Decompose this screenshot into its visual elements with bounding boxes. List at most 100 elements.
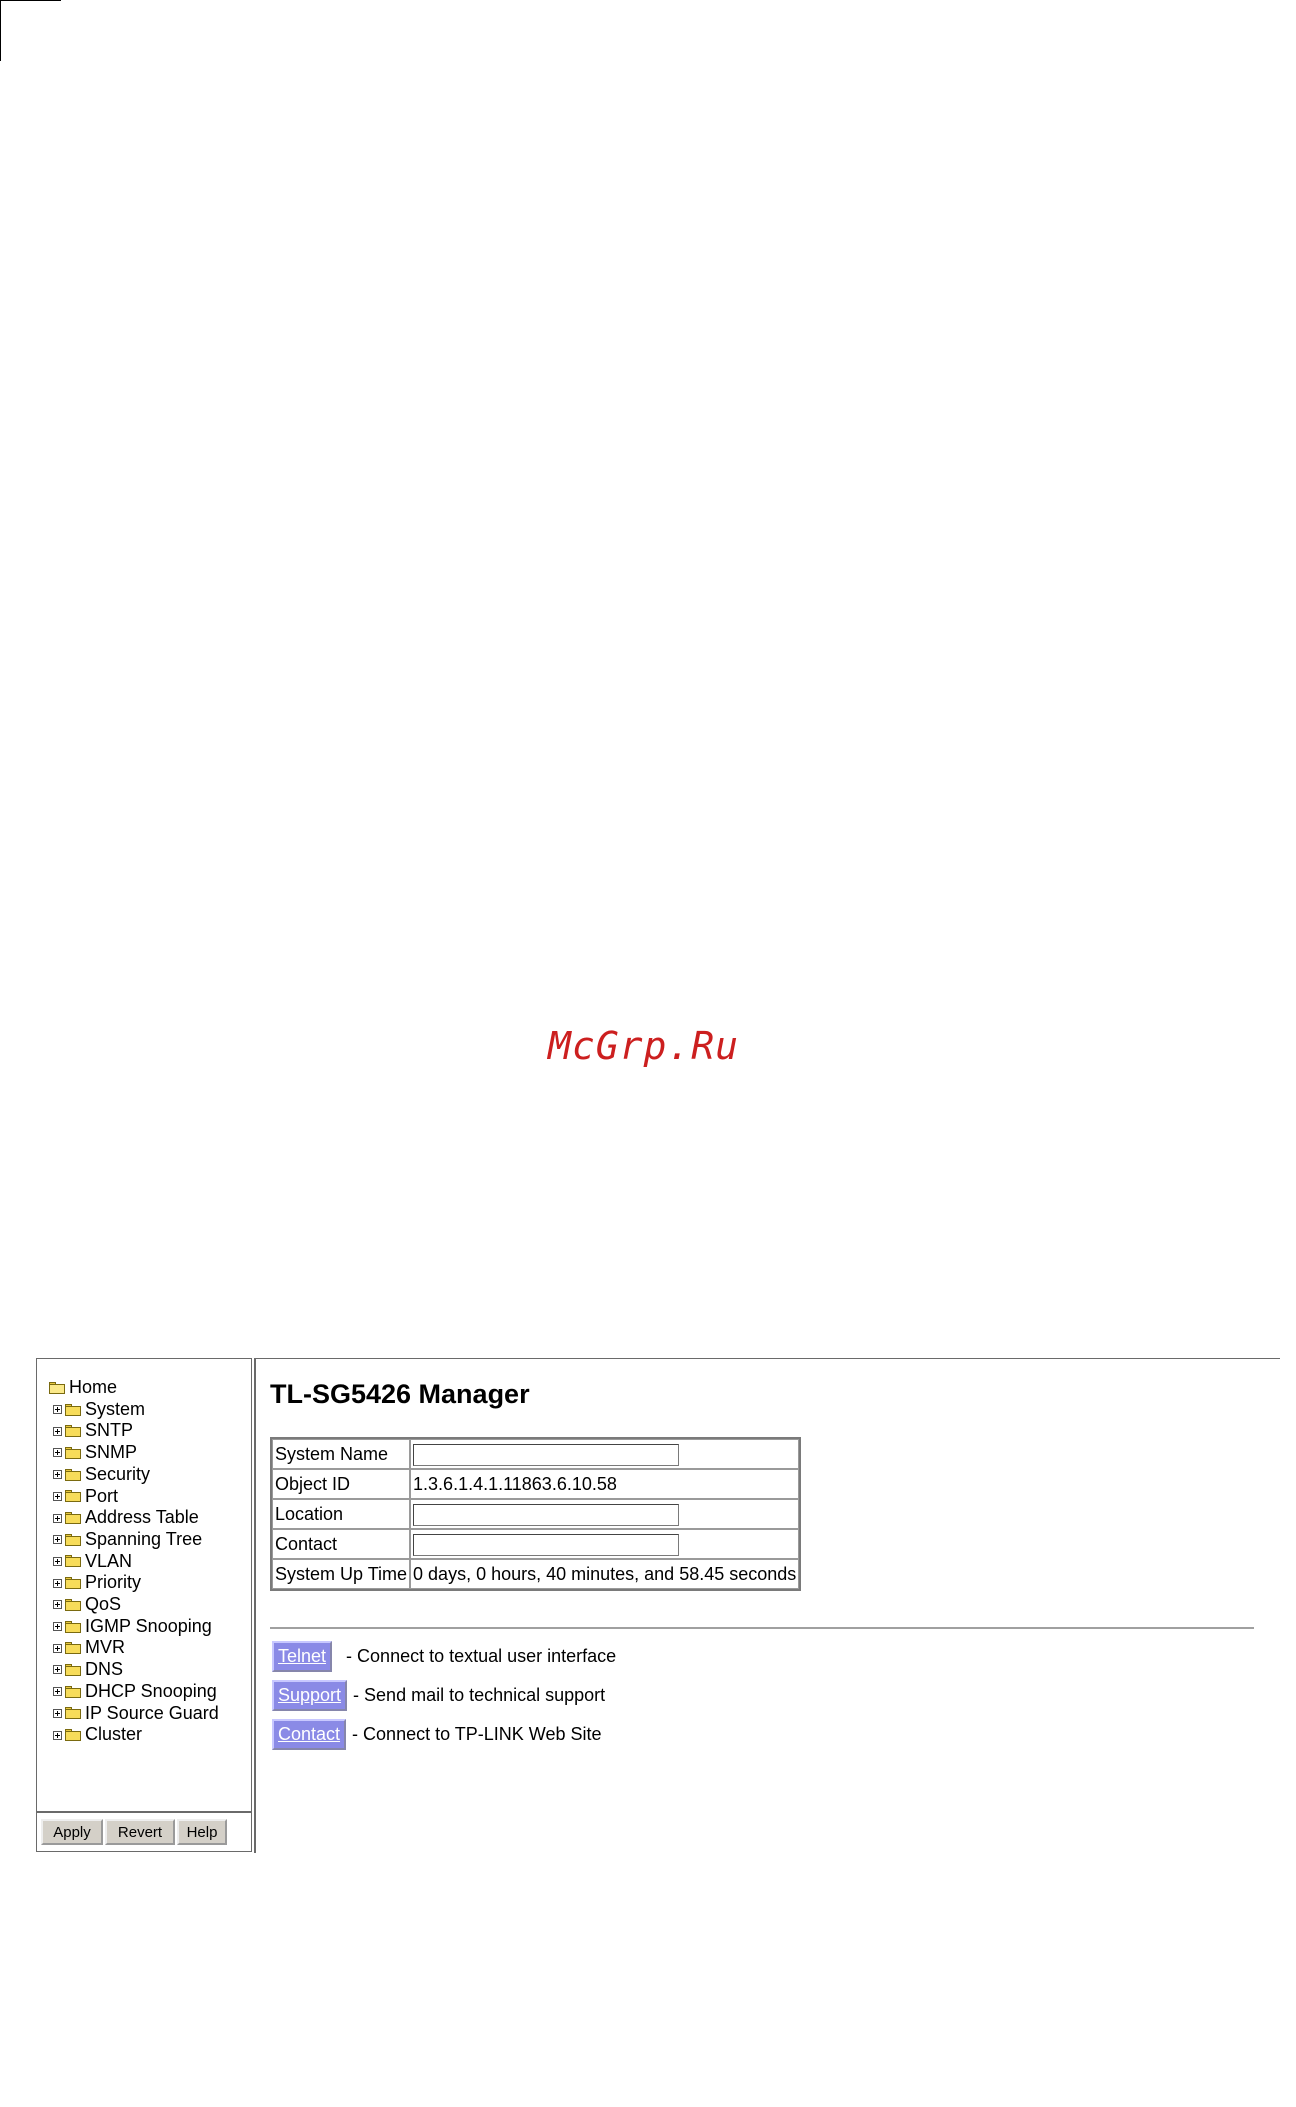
support-description: - Send mail to technical support	[353, 1685, 606, 1705]
tree-item-mvr[interactable]: MVR	[49, 1637, 219, 1659]
tree-item-label: Priority	[85, 1572, 142, 1593]
expand-icon[interactable]	[53, 1708, 62, 1718]
system-name-input[interactable]	[413, 1443, 680, 1466]
expand-icon[interactable]	[53, 1491, 62, 1501]
contact-link[interactable]: Contact	[272, 1719, 347, 1750]
folder-icon	[65, 1685, 81, 1698]
tree-item-label: SNMP	[85, 1442, 138, 1463]
folder-icon	[65, 1512, 81, 1525]
location-label: Location	[272, 1499, 411, 1529]
tree-item-label: SNTP	[85, 1420, 134, 1441]
folder-icon	[65, 1663, 81, 1676]
table-row: Contact	[272, 1529, 800, 1559]
folder-icon	[65, 1425, 81, 1438]
support-row: Support - Send mail to technical support	[272, 1680, 605, 1711]
uptime-value: 0 days, 0 hours, 40 minutes, and 58.45 s…	[410, 1559, 800, 1589]
tree-item-label: Address Table	[85, 1507, 199, 1528]
table-row: System Name	[272, 1439, 800, 1469]
tree-item-qos[interactable]: QoS	[49, 1594, 219, 1616]
apply-button[interactable]: Apply	[41, 1819, 103, 1845]
expand-icon[interactable]	[53, 1730, 62, 1740]
tree-item-port[interactable]: Port	[49, 1486, 219, 1508]
tree-item-label: IP Source Guard	[85, 1702, 219, 1723]
navigation-panel: Home System SNTP SNMP Security Port Addr…	[36, 1358, 252, 1852]
expand-icon[interactable]	[53, 1470, 62, 1480]
folder-icon	[65, 1598, 81, 1611]
contact-label: Contact	[272, 1529, 411, 1559]
content-panel: TL-SG5426 Manager System Name Object ID …	[254, 1358, 1280, 1853]
table-row: System Up Time 0 days, 0 hours, 40 minut…	[272, 1559, 800, 1589]
menu-tree: Home System SNTP SNMP Security Port Addr…	[49, 1377, 219, 1746]
tree-item-ip-source-guard[interactable]: IP Source Guard	[49, 1703, 219, 1725]
expand-icon[interactable]	[53, 1665, 62, 1675]
expand-icon[interactable]	[53, 1643, 62, 1653]
tree-item-spanning-tree[interactable]: Spanning Tree	[49, 1529, 219, 1551]
help-button[interactable]: Help	[177, 1819, 227, 1845]
folder-icon	[65, 1577, 81, 1590]
telnet-link[interactable]: Telnet	[272, 1641, 333, 1672]
tree-item-label: QoS	[85, 1594, 122, 1615]
expand-icon[interactable]	[53, 1687, 62, 1697]
tree-item-priority[interactable]: Priority	[49, 1572, 219, 1594]
contact-input[interactable]	[413, 1533, 680, 1556]
tree-item-system[interactable]: System	[49, 1399, 219, 1421]
watermark: McGrp.Ru	[548, 1024, 740, 1068]
expand-icon[interactable]	[53, 1578, 62, 1588]
folder-icon	[65, 1403, 81, 1416]
expand-icon[interactable]	[53, 1556, 62, 1566]
tree-item-cluster[interactable]: Cluster	[49, 1724, 219, 1746]
manager-window: Home System SNTP SNMP Security Port Addr…	[36, 1358, 1280, 1853]
folder-icon	[65, 1446, 81, 1459]
telnet-description: - Connect to textual user interface	[346, 1646, 617, 1666]
folder-icon	[65, 1533, 81, 1546]
revert-button[interactable]: Revert	[105, 1819, 175, 1845]
expand-icon[interactable]	[53, 1600, 62, 1610]
tree-item-label: IGMP Snooping	[85, 1615, 212, 1636]
object-id-value: 1.3.6.1.4.1.11863.6.10.58	[410, 1469, 800, 1499]
system-name-label: System Name	[272, 1439, 411, 1469]
tree-item-sntp[interactable]: SNTP	[49, 1420, 219, 1442]
expand-icon[interactable]	[53, 1622, 62, 1632]
tree-item-igmp-snooping[interactable]: IGMP Snooping	[49, 1616, 219, 1638]
tree-item-snmp[interactable]: SNMP	[49, 1442, 219, 1464]
tree-item-label: Home	[69, 1377, 118, 1397]
divider	[270, 1627, 1254, 1629]
tree-item-label: DNS	[85, 1659, 124, 1680]
contact-row: Contact - Connect to TP-LINK Web Site	[272, 1719, 602, 1750]
tree-item-dns[interactable]: DNS	[49, 1659, 219, 1681]
tree-item-label: MVR	[85, 1637, 125, 1658]
expand-icon[interactable]	[53, 1426, 62, 1436]
tree-item-label: DHCP Snooping	[85, 1680, 217, 1701]
tree-item-home[interactable]: Home	[49, 1377, 219, 1399]
contact-description: - Connect to TP-LINK Web Site	[352, 1724, 602, 1744]
tree-item-dhcp-snooping[interactable]: DHCP Snooping	[49, 1681, 219, 1703]
tree-item-label: Port	[85, 1485, 119, 1506]
tree-item-label: Cluster	[85, 1724, 143, 1745]
location-cell	[410, 1499, 800, 1529]
table-row: Location	[272, 1499, 800, 1529]
folder-icon	[65, 1620, 81, 1633]
tree-item-security[interactable]: Security	[49, 1464, 219, 1486]
expand-icon[interactable]	[53, 1535, 62, 1545]
system-name-cell	[410, 1439, 800, 1469]
folder-icon	[65, 1729, 81, 1742]
telnet-row: Telnet - Connect to textual user interfa…	[272, 1641, 616, 1672]
location-input[interactable]	[413, 1503, 680, 1526]
system-info-table: System Name Object ID 1.3.6.1.4.1.11863.…	[270, 1437, 802, 1591]
tree-item-vlan[interactable]: VLAN	[49, 1551, 219, 1573]
folder-icon	[65, 1642, 81, 1655]
tree-item-address-table[interactable]: Address Table	[49, 1507, 219, 1529]
expand-icon[interactable]	[53, 1448, 62, 1458]
uptime-label: System Up Time	[272, 1559, 411, 1589]
tree-item-label: System	[85, 1398, 146, 1419]
expand-icon[interactable]	[53, 1405, 62, 1415]
tree-item-label: Spanning Tree	[85, 1528, 203, 1549]
crop-mark	[0, 0, 61, 61]
open-folder-icon	[49, 1381, 65, 1394]
support-link[interactable]: Support	[272, 1680, 348, 1711]
folder-icon	[65, 1707, 81, 1720]
folder-icon	[65, 1468, 81, 1481]
expand-icon[interactable]	[53, 1513, 62, 1523]
folder-icon	[65, 1490, 81, 1503]
tree-item-label: VLAN	[85, 1550, 133, 1571]
